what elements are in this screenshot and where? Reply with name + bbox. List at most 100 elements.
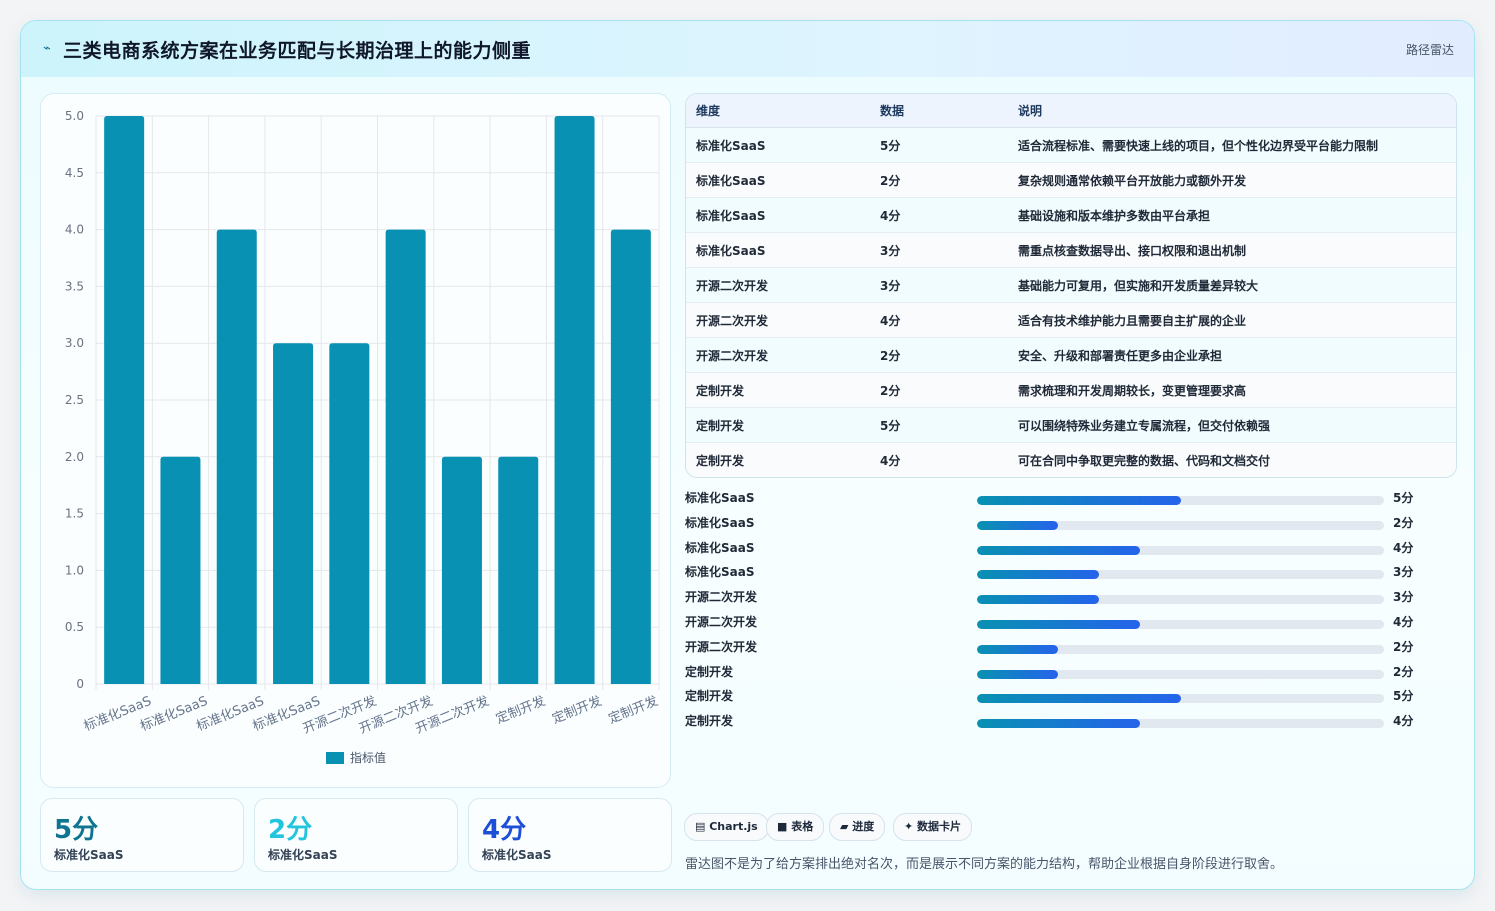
stat-value: 5分	[54, 815, 99, 845]
cell-dimension: 标准化SaaS	[686, 232, 870, 268]
table-row: 标准化SaaS 4分 基础设施和版本维护多数由平台承担	[686, 197, 1456, 233]
cell-score: 4分	[870, 442, 1008, 477]
progress-label: 开源二次开发	[685, 614, 758, 629]
progress-row: 标准化SaaS 3分	[685, 561, 1455, 586]
progress-label: 标准化SaaS	[685, 491, 755, 505]
progress-fill	[977, 644, 1059, 654]
table-row: 定制开发 2分 需求梳理和开发周期较长，变更管理要求高	[686, 372, 1456, 408]
cell-dimension: 开源二次开发	[686, 267, 870, 303]
progress-track	[977, 520, 1384, 530]
cell-dimension: 标准化SaaS	[686, 197, 870, 233]
stat-card: 5分 标准化SaaS	[40, 798, 244, 872]
stat-card: 4分 标准化SaaS	[468, 798, 672, 872]
cell-score: 2分	[870, 372, 1008, 408]
legend-swatch[interactable]	[326, 752, 344, 764]
progress-track	[977, 570, 1384, 580]
y-tick-label: 4.5	[65, 166, 84, 180]
bar[interactable]	[160, 456, 201, 684]
bar[interactable]	[554, 116, 595, 684]
cell-score: 2分	[870, 162, 1008, 198]
progress-row: 开源二次开发 3分	[685, 586, 1455, 611]
progress-value: 5分	[1393, 689, 1414, 704]
x-tick-label: 定制开发	[550, 693, 604, 727]
table-row: 标准化SaaS 2分 复杂规则通常依赖平台开放能力或额外开发	[686, 162, 1456, 198]
header-tag: 路径雷达	[1405, 43, 1454, 57]
progress-track	[977, 644, 1384, 654]
progress-value: 2分	[1393, 639, 1414, 654]
y-tick-label: 1.0	[65, 563, 84, 577]
footnote: 雷达图不是为了给方案排出绝对名次，而是展示不同方案的能力结构，帮助企业根据自身阶…	[685, 857, 1284, 872]
cell-description: 需求梳理和开发周期较长，变更管理要求高	[1008, 372, 1456, 408]
column-header: 维度	[686, 94, 870, 128]
bar[interactable]	[216, 229, 257, 684]
progress-label: 标准化SaaS	[685, 515, 755, 530]
bar[interactable]	[498, 456, 539, 684]
cell-description: 可在合同中争取更完整的数据、代码和文档交付	[1008, 442, 1456, 477]
progress-track	[977, 719, 1384, 729]
progress-value: 4分	[1393, 540, 1414, 555]
progress-row: 开源二次开发 4分	[685, 611, 1455, 636]
cell-description: 基础设施和版本维护多数由平台承担	[1008, 197, 1456, 233]
progress-fill	[977, 719, 1140, 729]
progress-row: 标准化SaaS 2分	[685, 512, 1455, 537]
progress-list: 标准化SaaS 5分 标准化SaaS 2分 标准化SaaS 4分 标准化SaaS 3分 开源二次…	[685, 487, 1455, 735]
cell-description: 可以围绕特殊业务建立专属流程，但交付依赖强	[1008, 407, 1456, 443]
bar[interactable]	[441, 456, 482, 684]
column-header: 数据	[870, 94, 1008, 128]
chip-chartjs[interactable]: ▤ Chart.js	[684, 813, 769, 841]
legend-label[interactable]: 指标值	[350, 750, 386, 765]
bar[interactable]	[385, 229, 426, 684]
progress-row: 标准化SaaS 5分	[685, 487, 1455, 512]
table-row: 开源二次开发 2分 安全、升级和部署责任更多由企业承担	[686, 337, 1456, 373]
table-row: 定制开发 5分 可以围绕特殊业务建立专属流程，但交付依赖强	[686, 407, 1456, 443]
cell-dimension: 标准化SaaS	[686, 127, 870, 163]
progress-label: 标准化SaaS	[685, 565, 755, 580]
y-tick-label: 5.0	[65, 109, 84, 123]
table-row: 开源二次开发 3分 基础能力可复用，但实施和开发质量差异较大	[686, 267, 1456, 303]
bar[interactable]	[273, 343, 314, 684]
progress-fill	[977, 595, 1100, 605]
progress-label: 定制开发	[685, 664, 734, 679]
y-tick-label: 3.5	[65, 279, 84, 293]
y-tick-label: 0	[76, 677, 84, 691]
pulse-icon: ⌁	[43, 41, 51, 56]
cell-score: 3分	[870, 267, 1008, 303]
progress-value: 4分	[1393, 614, 1414, 629]
card-header: ⌁ 三类电商系统方案在业务匹配与长期治理上的能力侧重 路径雷达	[21, 21, 1474, 77]
progress-row: 定制开发 5分	[685, 685, 1455, 710]
chip-data-cards[interactable]: ✦ 数据卡片	[893, 813, 973, 841]
bar[interactable]	[104, 116, 145, 684]
progress-fill	[977, 570, 1100, 580]
y-tick-label: 1.5	[65, 507, 84, 521]
cell-description: 安全、升级和部署责任更多由企业承担	[1008, 337, 1456, 373]
bar[interactable]	[329, 343, 370, 684]
cell-description: 适合流程标准、需要快速上线的项目，但个性化边界受平台能力限制	[1008, 127, 1456, 163]
x-tick-label: 定制开发	[494, 693, 548, 727]
cell-score: 5分	[870, 407, 1008, 443]
bar[interactable]	[610, 229, 651, 684]
cell-description: 适合有技术维护能力且需要自主扩展的企业	[1008, 302, 1456, 338]
y-tick-label: 4.0	[65, 223, 84, 237]
stat-value: 4分	[482, 815, 527, 845]
progress-value: 2分	[1393, 515, 1414, 530]
progress-fill	[977, 496, 1181, 505]
table-header-row: 维度 数据 说明	[686, 94, 1456, 128]
y-tick-label: 3.0	[65, 336, 84, 350]
stat-label: 标准化SaaS	[268, 848, 338, 862]
x-tick-label: 定制开发	[606, 693, 660, 727]
progress-label: 开源二次开发	[685, 639, 758, 654]
chip-progress[interactable]: ▰ 进度	[829, 813, 886, 841]
table-row: 标准化SaaS 5分 适合流程标准、需要快速上线的项目，但个性化边界受平台能力限制	[686, 127, 1456, 163]
progress-row: 开源二次开发 2分	[685, 636, 1455, 661]
progress-label: 标准化SaaS	[685, 540, 755, 555]
data-table: 维度 数据 说明 标准化SaaS 5分 适合流程标准、需要快速上线的项目，但个性化边…	[685, 93, 1457, 478]
cell-description: 需重点核查数据导出、接口权限和退出机制	[1008, 232, 1456, 268]
cell-dimension: 标准化SaaS	[686, 162, 870, 198]
progress-fill	[977, 669, 1059, 679]
cell-dimension: 开源二次开发	[686, 302, 870, 338]
bar-chart-panel: 0 0.5 1.0 1.5 2.0 2.5 3.0 3.5 4.0 4.5 5.0 标准化SaaS 标准…	[40, 93, 671, 788]
cell-dimension: 定制开发	[686, 407, 870, 443]
stat-value: 2分	[268, 815, 313, 845]
chip-table[interactable]: ■ 表格	[766, 813, 825, 841]
progress-row: 定制开发 2分	[685, 661, 1455, 686]
